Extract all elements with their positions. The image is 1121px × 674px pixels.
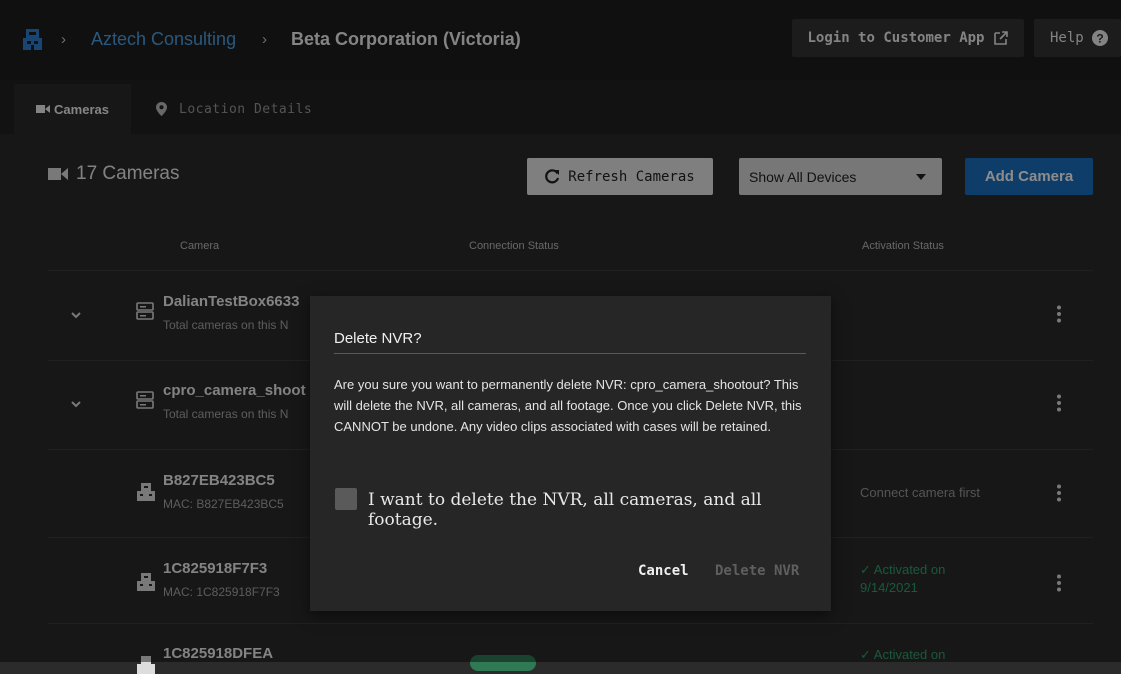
delete-nvr-dialog: Delete NVR? Are you sure you want to per… xyxy=(310,296,831,611)
dialog-title: Delete NVR? xyxy=(334,330,422,347)
delete-nvr-button[interactable]: Delete NVR xyxy=(715,563,799,579)
dialog-message: Are you sure you want to permanently del… xyxy=(334,377,802,434)
confirm-delete-checkbox[interactable] xyxy=(335,488,357,510)
confirm-delete-label[interactable]: I want to delete the NVR, all cameras, a… xyxy=(368,490,831,530)
dialog-divider xyxy=(334,353,806,354)
cancel-button[interactable]: Cancel xyxy=(638,563,689,579)
